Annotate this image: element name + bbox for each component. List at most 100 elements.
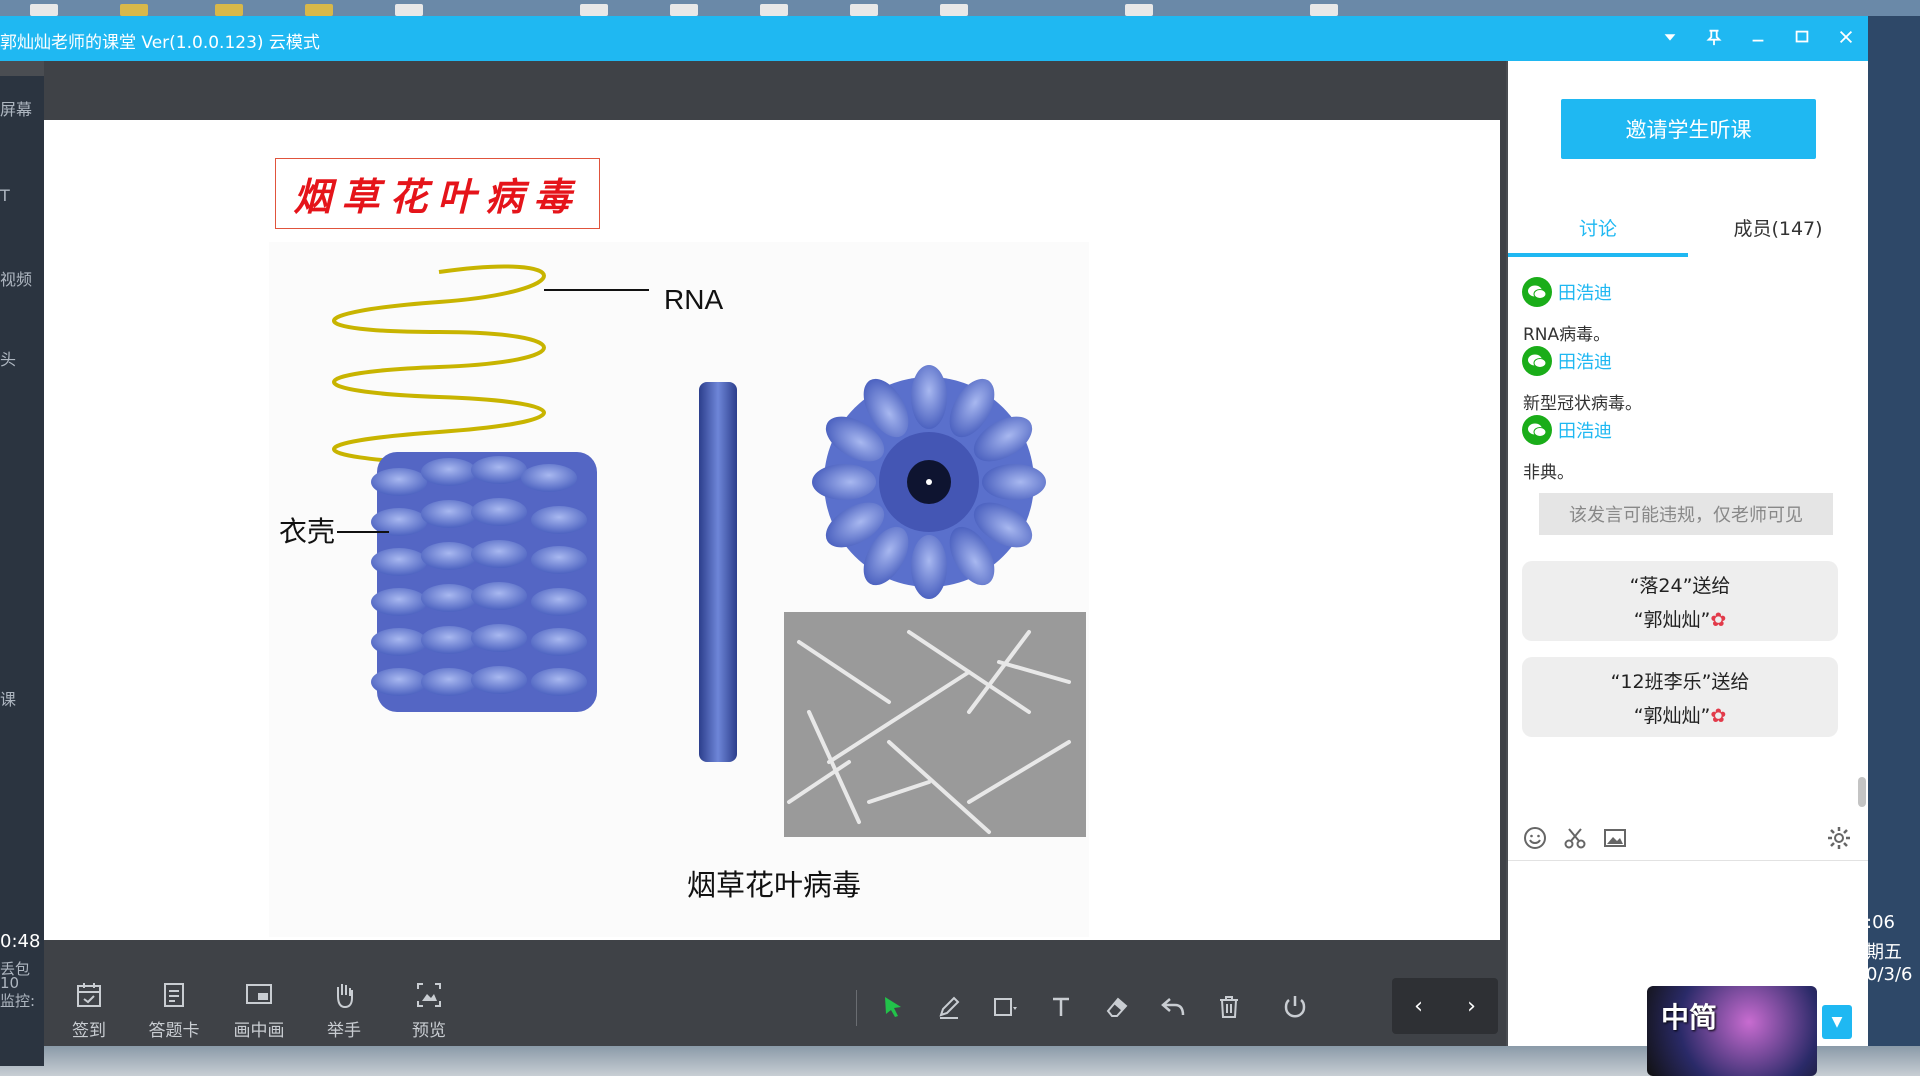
undo-icon — [1161, 998, 1185, 1016]
capsid-body — [371, 452, 597, 712]
author-name[interactable]: 田浩迪 — [1558, 348, 1612, 374]
end-class-button[interactable] — [1278, 990, 1312, 1024]
rna-label: RNA — [664, 284, 724, 315]
moderation-notice: 该发言可能违规，仅老师可见 — [1539, 493, 1833, 535]
author-name[interactable]: 田浩迪 — [1558, 279, 1612, 305]
previous-slide-button[interactable]: ‹ — [1392, 978, 1445, 1034]
screenshot-button[interactable] — [1562, 825, 1590, 853]
undo-tool[interactable] — [1156, 990, 1190, 1024]
gift-sender: “12班李乐”送给 — [1610, 671, 1750, 693]
left-time: 0:48 — [0, 931, 41, 952]
slide-canvas[interactable]: 烟草花叶病毒 RNA 衣壳 烟草花叶病毒 — [44, 120, 1500, 940]
desktop-icon — [395, 4, 423, 16]
calendar-check-icon — [77, 983, 101, 1007]
pen-icon — [939, 996, 960, 1019]
text-icon — [1053, 997, 1069, 1016]
window-title: 郭灿灿老师的课堂 Ver(1.0.0.123) 云模式 — [0, 33, 320, 53]
author-name[interactable]: 田浩迪 — [1558, 417, 1612, 443]
bottom-toolbar: 签到 答题卡 画中画 举手 预览 ‹ › — [44, 966, 1506, 1046]
next-slide-button[interactable]: › — [1445, 978, 1498, 1034]
dropdown-menu-button[interactable] — [1658, 22, 1682, 52]
desktop-icon — [850, 4, 878, 16]
desktop-icon — [30, 4, 58, 16]
trash-icon — [1220, 996, 1238, 1018]
panel-tabs: 讨论 成员(147) — [1508, 209, 1868, 257]
answer-card-label: 答题卡 — [148, 1021, 200, 1041]
picture-in-picture-icon — [246, 984, 272, 1004]
sign-in-tool[interactable]: 签到 — [54, 980, 124, 1041]
figure-caption: 烟草花叶病毒 — [687, 868, 862, 902]
smiley-icon — [1524, 827, 1546, 849]
presentation-stage: 烟草花叶病毒 RNA 衣壳 烟草花叶病毒 签到 答题卡 画中画 举手 预览 ‹ … — [44, 61, 1506, 1046]
invite-students-button[interactable]: 邀请学生听课 — [1561, 99, 1816, 159]
desktop-bottom-edge — [0, 1046, 1920, 1076]
gift-receiver: “郭灿灿” — [1633, 609, 1711, 631]
chat-settings-button[interactable] — [1826, 825, 1854, 853]
desktop-icon — [940, 4, 968, 16]
arrow-cursor-icon — [885, 997, 901, 1017]
desktop-icon — [1310, 4, 1338, 16]
left-item[interactable]: 头 — [0, 346, 44, 370]
desktop-icon — [120, 4, 148, 16]
tab-members[interactable]: 成员(147) — [1688, 209, 1868, 257]
thumbnail-label: 中简 — [1661, 1001, 1718, 1034]
desktop-icons-strip — [0, 0, 1920, 16]
capsid-label: 衣壳 — [279, 515, 336, 548]
clock-time: :06 — [1866, 912, 1895, 933]
wechat-icon — [1522, 346, 1552, 376]
expand-dropdown-button[interactable]: ▼ — [1822, 1005, 1852, 1039]
chat-message-text: 新型冠状病毒。 — [1523, 394, 1642, 414]
eraser-icon — [1106, 997, 1128, 1017]
left-item[interactable]: T — [0, 186, 44, 205]
image-icon — [1604, 829, 1626, 847]
slide-title: 烟草花叶病毒 — [293, 174, 582, 219]
close-button[interactable] — [1834, 22, 1858, 52]
gear-icon — [1828, 827, 1850, 849]
left-item[interactable]: 课 — [0, 686, 44, 710]
desktop-icon — [215, 4, 243, 16]
raise-hand-icon — [337, 984, 353, 1009]
wechat-icon — [1522, 415, 1552, 445]
desktop-icon — [305, 4, 333, 16]
slide-navigation: ‹ › — [1392, 978, 1498, 1034]
scissors-icon — [1564, 828, 1586, 849]
eraser-tool[interactable] — [1100, 990, 1134, 1024]
pen-tool[interactable] — [932, 990, 966, 1024]
chat-message-text: RNA病毒。 — [1523, 325, 1611, 345]
tab-discussion[interactable]: 讨论 — [1508, 209, 1688, 257]
virus-illustration — [269, 242, 1089, 937]
rose-icon: ✿ — [1710, 609, 1727, 631]
raise-hand-tool[interactable]: 举手 — [309, 980, 379, 1041]
preview-icon — [417, 983, 441, 1007]
left-item[interactable]: 屏幕 — [0, 96, 44, 120]
wechat-icon — [1522, 277, 1552, 307]
left-item[interactable]: 视频 — [0, 266, 44, 290]
maximize-button[interactable] — [1790, 22, 1814, 52]
left-side-panel: 屏幕 T 视频 头 课 0:48 丢包 10 监控: — [0, 76, 44, 1066]
shape-tool[interactable] — [988, 990, 1022, 1024]
slide-title-box: 烟草花叶病毒 — [275, 158, 600, 229]
chat-message-text: 非典。 — [1523, 463, 1574, 483]
pip-tool[interactable]: 画中画 — [224, 980, 294, 1041]
image-button[interactable] — [1602, 825, 1630, 853]
camera-thumbnail[interactable]: 中简 — [1647, 986, 1817, 1076]
answer-card-icon — [164, 983, 184, 1007]
chat-list: 田浩迪 RNA病毒。 田浩迪 新型冠状病毒。 田浩迪 非典。 该发言可能违规，仅… — [1508, 257, 1868, 812]
minimize-button[interactable] — [1746, 22, 1770, 52]
gift-message: “12班李乐”送给 “郭灿灿”✿ — [1522, 657, 1838, 737]
pip-label: 画中画 — [233, 1021, 285, 1041]
title-bar: 郭灿灿老师的课堂 Ver(1.0.0.123) 云模式 — [0, 16, 1868, 61]
clock-weekday: 期五 — [1866, 942, 1902, 963]
emoji-button[interactable] — [1522, 825, 1550, 853]
answer-card-tool[interactable]: 答题卡 — [139, 980, 209, 1041]
chat-scrollbar[interactable] — [1858, 777, 1866, 807]
chat-message-author: 田浩迪 — [1522, 415, 1612, 445]
raise-hand-label: 举手 — [327, 1021, 361, 1041]
clear-tool[interactable] — [1212, 990, 1246, 1024]
preview-tool[interactable]: 预览 — [394, 980, 464, 1041]
pin-button[interactable] — [1702, 22, 1726, 52]
pointer-tool[interactable] — [876, 990, 910, 1024]
desktop-icon — [670, 4, 698, 16]
chat-message-author: 田浩迪 — [1522, 346, 1612, 376]
text-tool[interactable] — [1044, 990, 1078, 1024]
